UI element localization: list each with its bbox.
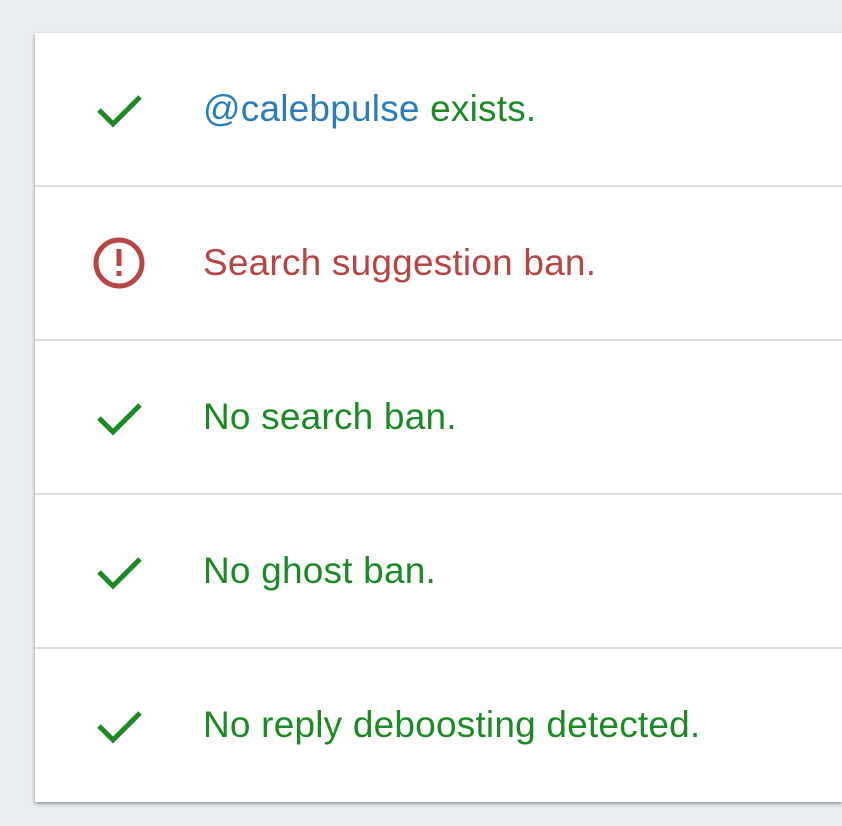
check-icon	[91, 543, 147, 599]
result-row-user-exists: @calebpulse exists.	[35, 33, 842, 187]
result-text: @calebpulse exists.	[203, 33, 536, 185]
result-row-search-suggestion-ban: Search suggestion ban.	[35, 187, 842, 341]
result-row-search-ban: No search ban.	[35, 341, 842, 495]
result-label: No reply deboosting detected.	[203, 704, 701, 745]
result-row-ghost-ban: No ghost ban.	[35, 495, 842, 649]
username-link[interactable]: @calebpulse	[203, 88, 420, 130]
check-icon	[91, 81, 147, 137]
result-label: No ghost ban.	[203, 550, 436, 591]
result-label: No search ban.	[203, 396, 457, 437]
alert-circle-icon	[91, 235, 147, 291]
results-card: @calebpulse exists. Search suggestion ba…	[35, 33, 842, 802]
result-row-reply-deboosting: No reply deboosting detected.	[35, 649, 842, 801]
result-label: Search suggestion ban.	[203, 242, 597, 283]
check-icon	[91, 697, 147, 753]
result-label: exists.	[419, 88, 537, 129]
check-icon	[91, 389, 147, 445]
